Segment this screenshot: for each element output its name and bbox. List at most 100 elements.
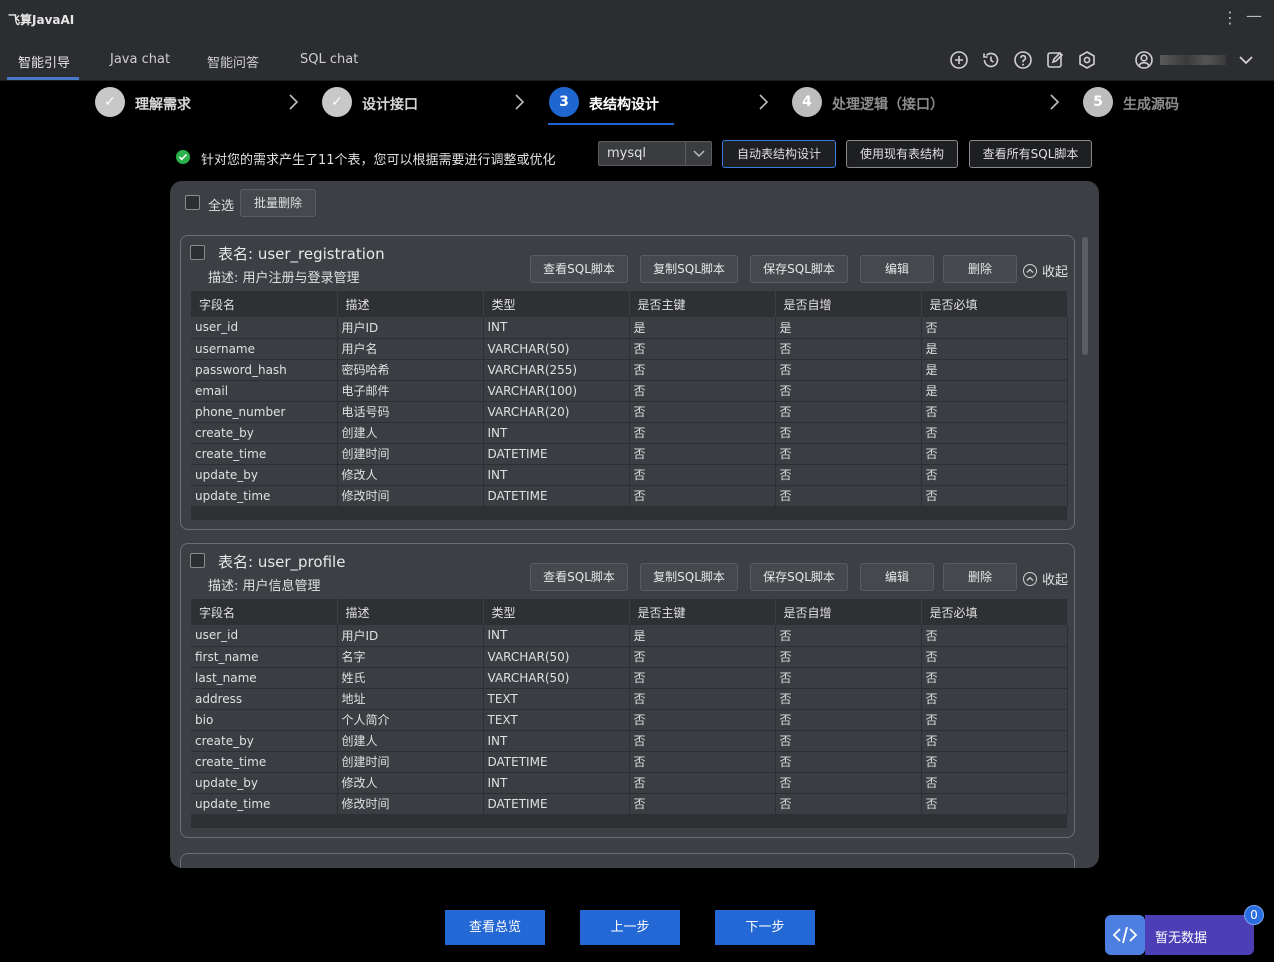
view-all-sql-button[interactable]: 查看所有SQL脚本 [969,140,1092,168]
table-cell: 否 [921,688,1068,710]
delete-button[interactable]: 删除 [943,563,1017,591]
use-existing-button[interactable]: 使用现有表结构 [846,140,958,168]
horizontal-scrollbar[interactable] [191,814,1067,828]
tab-sql-chat[interactable]: SQL chat [300,52,358,67]
collapse-button[interactable]: 收起 [1023,261,1068,280]
table-cell: update_time [191,485,338,507]
table-select-checkbox[interactable] [190,245,205,260]
step-number: 3 [549,87,579,117]
bulk-delete-button[interactable]: 批量删除 [240,189,316,217]
database-type-value: mysql [607,146,646,161]
table-row: phone_number 电话号码 VARCHAR(20) 否否否 [191,401,1068,423]
tab-java-chat[interactable]: Java chat [110,52,170,67]
code-icon[interactable] [1105,915,1145,955]
previous-step-button[interactable]: 上一步 [580,910,680,945]
collapse-label: 收起 [1042,265,1069,280]
nav-bar: 智能引导 Java chat 智能问答 SQL chat [0,38,1274,81]
table-cell: 否 [629,485,776,507]
table-cell: TEXT [483,709,630,731]
table-cell: 否 [629,464,776,486]
task-widget[interactable]: 暂无数据 [1145,915,1254,955]
step-number: 4 [792,87,822,117]
minimize-icon[interactable]: — [1246,6,1262,25]
column-header: 描述 [337,599,484,625]
table-cell: 否 [775,464,922,486]
table-cell: 否 [775,422,922,444]
table-cell: create_by [191,730,338,752]
column-header: 是否主键 [629,599,776,625]
table-cell: 否 [629,751,776,773]
step-label: 生成源码 [1123,97,1179,113]
fields-table: 字段名 描述 类型 是否主键 是否自增 是否必填 user_id 用户ID INT 是… [191,599,1068,815]
table-cell: user_id [191,317,338,339]
table-cell: 否 [629,401,776,423]
table-cell: 用户ID [337,625,484,647]
table-row: user_id 用户ID INT 是是否 [191,317,1068,339]
edit-button[interactable]: 编辑 [860,255,934,283]
table-cell: bio [191,709,338,731]
table-cell: 否 [775,359,922,381]
table-cell: 否 [775,625,922,647]
edit-button[interactable]: 编辑 [860,563,934,591]
table-cell: 用户名 [337,338,484,360]
table-cell: 否 [775,646,922,668]
settings-icon[interactable] [1077,50,1097,70]
tab-smart-guide[interactable]: 智能引导 [18,52,70,71]
table-select-checkbox[interactable] [190,553,205,568]
save-sql-button[interactable]: 保存SQL脚本 [750,563,848,591]
database-type-select[interactable]: mysql [598,141,712,166]
table-cell: 是 [921,380,1068,402]
table-cell: 否 [629,772,776,794]
more-vertical-icon[interactable]: ⋮ [1222,8,1238,27]
table-cell: 姓氏 [337,667,484,689]
table-row: update_time 修改时间 DATETIME 否否否 [191,485,1068,507]
table-cell: 创建人 [337,422,484,444]
table-cell: INT [483,625,630,647]
table-cell: 否 [921,793,1068,815]
copy-sql-button[interactable]: 复制SQL脚本 [640,563,738,591]
chevron-down-icon[interactable] [685,142,711,165]
table-cell: update_by [191,464,338,486]
view-overview-button[interactable]: 查看总览 [445,910,545,945]
table-cell: INT [483,464,630,486]
table-cell: address [191,688,338,710]
view-sql-button[interactable]: 查看SQL脚本 [530,255,628,283]
edit-icon[interactable] [1045,50,1065,70]
table-name: 表名: user_profile [218,553,346,571]
table-row: address 地址 TEXT 否否否 [191,688,1068,710]
select-all-checkbox[interactable] [185,195,200,210]
table-cell: 个人简介 [337,709,484,731]
horizontal-scrollbar[interactable] [191,506,1067,520]
delete-button[interactable]: 删除 [943,255,1017,283]
column-header: 字段名 [191,599,338,625]
view-sql-button[interactable]: 查看SQL脚本 [530,563,628,591]
column-header: 是否必填 [921,599,1068,625]
table-row: user_id 用户ID INT 是否否 [191,625,1068,647]
copy-sql-button[interactable]: 复制SQL脚本 [640,255,738,283]
table-design-panel: 全选 批量删除 表名: user_registration 描述: 用户注册与登… [170,181,1099,868]
step-label: 处理逻辑（接口） [832,97,944,113]
tab-smart-qa[interactable]: 智能问答 [207,52,259,71]
help-icon[interactable] [1013,50,1033,70]
table-cell: 否 [921,646,1068,668]
next-step-button[interactable]: 下一步 [715,910,815,945]
history-icon[interactable] [981,50,1001,70]
chevron-down-icon[interactable] [1236,50,1256,70]
table-cell: 否 [921,443,1068,465]
plus-circle-icon[interactable] [949,50,969,70]
collapse-button[interactable]: 收起 [1023,569,1068,588]
auto-design-button[interactable]: 自动表结构设计 [722,140,836,168]
table-cell: 否 [921,772,1068,794]
table-cell: VARCHAR(255) [483,359,630,381]
table-cell: 修改时间 [337,485,484,507]
table-cell: 否 [775,667,922,689]
table-cell: VARCHAR(50) [483,667,630,689]
table-cell: 否 [629,793,776,815]
user-icon[interactable] [1134,50,1154,70]
select-all-label: 全选 [208,199,235,214]
table-cell: 否 [921,464,1068,486]
step-label: 表结构设计 [589,97,659,113]
vertical-scrollbar[interactable] [1082,237,1088,355]
save-sql-button[interactable]: 保存SQL脚本 [750,255,848,283]
table-cell: create_time [191,443,338,465]
